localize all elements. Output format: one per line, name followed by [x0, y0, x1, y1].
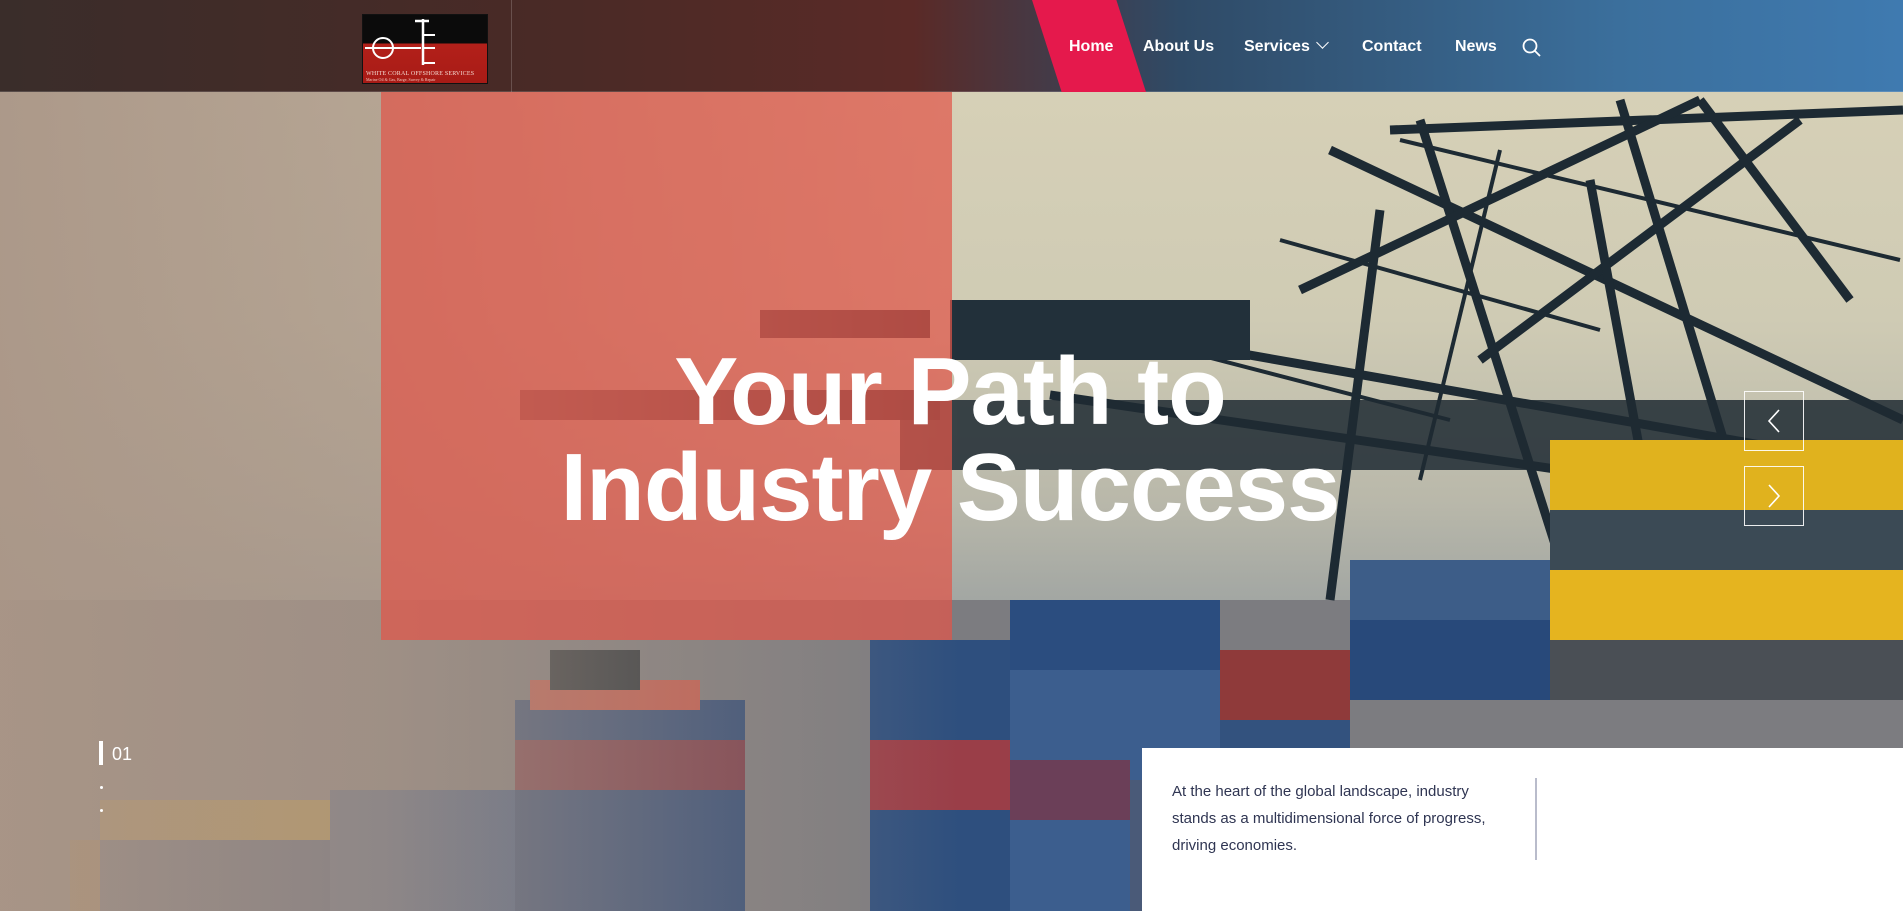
pager-dot[interactable] [100, 786, 103, 789]
slide-number: 01 [112, 744, 133, 764]
hero-title-line2: Industry Success [560, 434, 1341, 541]
slider-prev-button[interactable] [1744, 391, 1804, 451]
info-text: At the heart of the global landscape, in… [1172, 783, 1486, 854]
site-logo[interactable]: WHITE CORAL OFFSHORE SERVICES Marine Oil… [362, 14, 488, 84]
logo-subline: Marine Oil & Gas, Barge, Survey & Repair [366, 77, 436, 82]
hero-title: Your Path to Industry Success [520, 344, 1380, 536]
search-icon [1522, 38, 1541, 57]
search-button[interactable] [1522, 38, 1542, 58]
nav-services[interactable]: Services [1244, 36, 1329, 56]
chevron-down-icon [1315, 36, 1329, 49]
pager-dot[interactable] [100, 809, 103, 812]
site-header: WHITE CORAL OFFSHORE SERVICES Marine Oil… [0, 0, 1903, 92]
nav-contact[interactable]: Contact [1362, 38, 1422, 56]
slider-next-button[interactable] [1744, 466, 1804, 526]
hero-title-line1: Your Path to [674, 338, 1227, 445]
hero-section: Your Path to Industry Success 01 At the … [0, 0, 1903, 911]
info-divider [1535, 778, 1537, 860]
info-card: At the heart of the global landscape, in… [1142, 748, 1903, 911]
pager-active-indicator[interactable] [99, 741, 103, 765]
chevron-right-icon [1768, 484, 1781, 508]
nav-about-us[interactable]: About Us [1143, 38, 1214, 56]
chevron-left-icon [1767, 409, 1780, 433]
nav-services-label: Services [1244, 38, 1310, 55]
nav-news[interactable]: News [1455, 38, 1497, 56]
header-divider [511, 0, 512, 92]
nav-home[interactable]: Home [1069, 38, 1113, 56]
